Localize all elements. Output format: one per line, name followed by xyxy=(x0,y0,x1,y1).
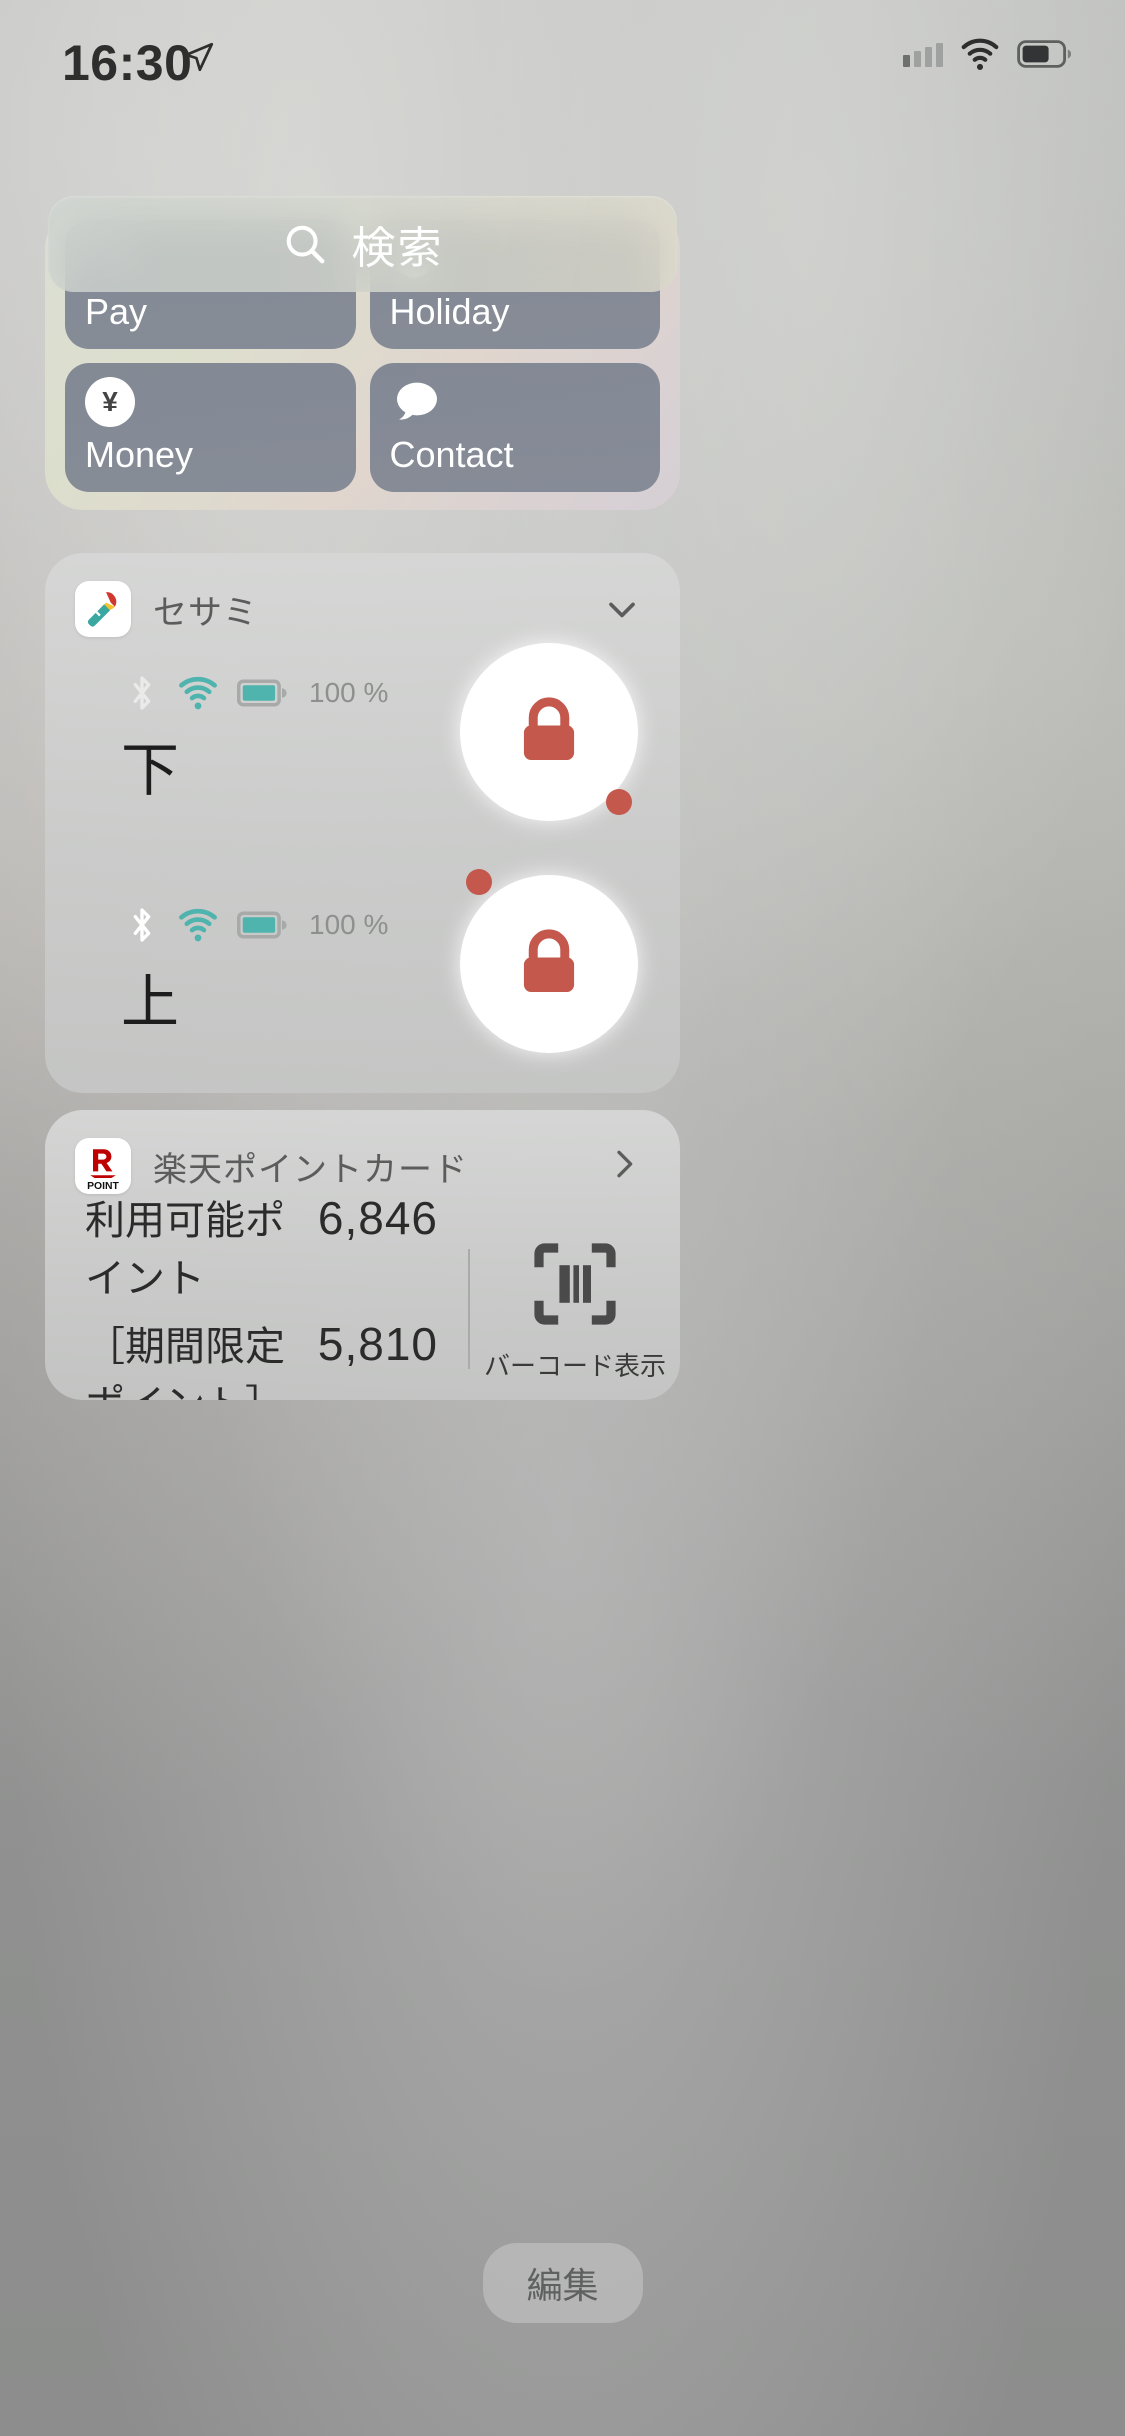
lock-battery-percent: 100 % xyxy=(309,909,389,940)
rakuten-point-widget: POINT 楽天ポイントカード 利用可能ポイント 6,846 ［期間限定ポイント… xyxy=(45,1110,680,1400)
barcode-scan-icon xyxy=(534,1242,616,1325)
yen-circle-icon: ¥ xyxy=(85,377,135,427)
show-barcode-label: バーコード表示 xyxy=(483,1350,666,1381)
lock-position-dot xyxy=(606,789,632,815)
shortcut-tile-label: Pay xyxy=(85,291,148,332)
points-row-value: 6,846 xyxy=(317,1192,438,1244)
shortcut-tile-money[interactable]: ¥ Money xyxy=(65,363,356,492)
sesame-widget: セサミ 100 % 下 100 % 上 xyxy=(45,553,680,1093)
battery-icon xyxy=(237,679,287,707)
wifi-icon xyxy=(961,38,999,70)
wifi-icon xyxy=(179,676,217,710)
rakuten-widget-title: 楽天ポイントカード xyxy=(153,1150,468,1189)
shortcut-tile-label: Holiday xyxy=(389,291,510,332)
points-row: 利用可能ポイント 6,846 xyxy=(85,1188,468,1304)
status-bar-indicators xyxy=(903,38,1073,70)
show-barcode-button[interactable]: バーコード表示 xyxy=(470,1236,680,1383)
battery-icon xyxy=(237,911,287,939)
lock-name-label: 下 xyxy=(121,738,180,803)
lock-position-dot xyxy=(466,869,492,895)
lock-toggle-button[interactable] xyxy=(460,869,638,1053)
rakuten-point-icon: POINT xyxy=(75,1138,131,1194)
cellular-dots-icon xyxy=(903,41,943,67)
points-row-value: 5,810 xyxy=(317,1318,438,1370)
status-bar: 16:30 xyxy=(0,0,1125,120)
rakuten-points-body: 利用可能ポイント 6,846 ［期間限定ポイント］ 5,810 バーコード表示 xyxy=(45,1192,680,1400)
points-row-label: 利用可能ポイント xyxy=(85,1199,285,1301)
status-bar-time: 16:30 xyxy=(62,35,193,91)
padlock-closed-icon xyxy=(523,929,575,992)
bluetooth-icon xyxy=(133,908,151,942)
search-icon xyxy=(286,225,324,264)
sesame-key-icon xyxy=(75,581,131,637)
shortcut-tile-label: Contact xyxy=(389,434,514,475)
battery-icon xyxy=(1017,40,1072,68)
lock-status-indicators: 100 % xyxy=(125,673,388,713)
padlock-closed-icon xyxy=(523,697,575,760)
search-bar[interactable]: 検索 xyxy=(48,196,677,292)
sesame-widget-header: セサミ xyxy=(75,579,650,639)
points-row: ［期間限定ポイント］ 5,810 xyxy=(85,1314,468,1400)
lock-row-ue: 100 % 上 xyxy=(45,869,680,1093)
rakuten-widget-header[interactable]: POINT 楽天ポイントカード xyxy=(75,1136,650,1196)
shortcut-tile-label: Money xyxy=(85,434,194,475)
shortcut-tile-contact[interactable]: Contact xyxy=(369,363,660,492)
lock-status-indicators: 100 % xyxy=(125,905,388,945)
lock-row-shita: 100 % 下 xyxy=(45,643,680,881)
chevron-right-icon[interactable] xyxy=(604,1144,644,1189)
bluetooth-icon xyxy=(133,676,151,710)
edit-button[interactable]: 編集 xyxy=(482,2243,643,2323)
lock-battery-percent: 100 % xyxy=(309,677,389,708)
lock-name-label: 上 xyxy=(121,970,180,1035)
search-placeholder-label: 検索 xyxy=(351,224,444,273)
points-list: 利用可能ポイント 6,846 ［期間限定ポイント］ 5,810 xyxy=(45,1188,468,1400)
wifi-icon xyxy=(179,908,217,942)
sesame-widget-title: セサミ xyxy=(153,593,258,632)
lock-toggle-button[interactable] xyxy=(460,643,638,821)
points-row-label: ［期間限定ポイント］ xyxy=(85,1325,285,1400)
chevron-down-icon[interactable] xyxy=(600,587,644,636)
yen-glyph: ¥ xyxy=(102,386,118,417)
speech-bubble-icon xyxy=(390,377,442,432)
location-arrow-icon xyxy=(182,40,216,79)
